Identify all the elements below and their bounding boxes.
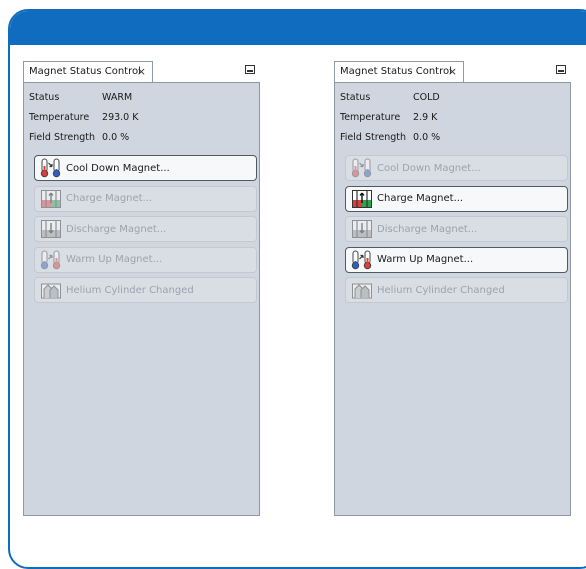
cool-down-magnet-button[interactable]: Cool Down Magnet... bbox=[345, 155, 568, 181]
status-value: COLD bbox=[413, 92, 440, 103]
panel-body: Status COLD Temperature 2.9 K Field Stre… bbox=[334, 82, 571, 516]
field-strength-row: Field Strength 0.0 % bbox=[29, 132, 129, 143]
tab-row: Magnet Status Control × bbox=[23, 61, 260, 82]
discharge-icon bbox=[351, 219, 373, 239]
warm-up-icon bbox=[351, 250, 373, 270]
warm-up-magnet-button[interactable]: Warm Up Magnet... bbox=[34, 246, 257, 273]
magnet-status-panel-right: Magnet Status Control × Status COLD Temp… bbox=[334, 61, 571, 516]
status-value: WARM bbox=[102, 92, 133, 103]
magnet-status-panel-left: Magnet Status Control × Status WARM Temp… bbox=[23, 61, 260, 516]
helium-cylinder-changed-button[interactable]: Helium Cylinder Changed bbox=[34, 277, 257, 303]
button-label: Discharge Magnet... bbox=[377, 223, 478, 235]
temperature-label: Temperature bbox=[29, 112, 90, 123]
tab-close-icon[interactable]: × bbox=[137, 62, 146, 82]
temperature-row: Temperature 293.0 K bbox=[29, 112, 138, 123]
helium-cylinder-icon bbox=[351, 280, 373, 300]
button-label: Charge Magnet... bbox=[66, 193, 153, 204]
charge-magnet-button[interactable]: Charge Magnet... bbox=[34, 185, 257, 212]
panel-body: Status WARM Temperature 293.0 K Field St… bbox=[23, 82, 260, 516]
field-strength-label: Field Strength bbox=[340, 132, 407, 143]
tab-title: Magnet Status Control bbox=[29, 66, 141, 77]
tab-magnet-status-control[interactable]: Magnet Status Control × bbox=[23, 61, 153, 82]
warm-up-magnet-button[interactable]: Warm Up Magnet... bbox=[345, 246, 568, 273]
button-label: Helium Cylinder Changed bbox=[66, 284, 194, 296]
field-strength-row: Field Strength 0.0 % bbox=[340, 132, 440, 143]
tab-magnet-status-control[interactable]: Magnet Status Control × bbox=[334, 61, 464, 82]
temperature-label: Temperature bbox=[340, 112, 401, 123]
field-strength-value: 0.0 % bbox=[102, 132, 130, 143]
tab-close-icon[interactable]: × bbox=[448, 62, 457, 82]
status-label: Status bbox=[340, 92, 371, 103]
discharge-magnet-button[interactable]: Discharge Magnet... bbox=[34, 216, 257, 242]
warm-up-icon bbox=[40, 250, 62, 270]
temperature-value: 2.9 K bbox=[413, 112, 438, 123]
field-strength-value: 0.0 % bbox=[413, 132, 441, 143]
button-label: Warm Up Magnet... bbox=[66, 254, 163, 265]
charge-magnet-button[interactable]: Charge Magnet... bbox=[345, 185, 568, 212]
button-label: Cool Down Magnet... bbox=[66, 162, 170, 174]
tab-title: Magnet Status Control bbox=[340, 66, 452, 77]
tab-row: Magnet Status Control × bbox=[334, 61, 571, 82]
discharge-icon bbox=[40, 219, 62, 239]
minimize-icon[interactable] bbox=[245, 65, 255, 74]
temperature-value: 293.0 K bbox=[102, 112, 139, 123]
helium-cylinder-icon bbox=[40, 280, 62, 300]
cool-down-icon bbox=[40, 158, 62, 178]
button-label: Helium Cylinder Changed bbox=[377, 284, 505, 296]
button-label: Charge Magnet... bbox=[377, 193, 464, 204]
charge-icon bbox=[351, 189, 373, 209]
header-bar bbox=[10, 11, 586, 45]
minimize-icon[interactable] bbox=[556, 65, 566, 74]
status-row: Status WARM bbox=[29, 92, 132, 103]
discharge-magnet-button[interactable]: Discharge Magnet... bbox=[345, 216, 568, 242]
temperature-row: Temperature 2.9 K bbox=[340, 112, 437, 123]
button-label: Cool Down Magnet... bbox=[377, 162, 481, 174]
button-label: Discharge Magnet... bbox=[66, 223, 167, 235]
charge-icon bbox=[40, 189, 62, 209]
cool-down-magnet-button[interactable]: Cool Down Magnet... bbox=[34, 155, 257, 181]
helium-cylinder-changed-button[interactable]: Helium Cylinder Changed bbox=[345, 277, 568, 303]
cool-down-icon bbox=[351, 158, 373, 178]
status-label: Status bbox=[29, 92, 60, 103]
field-strength-label: Field Strength bbox=[29, 132, 96, 143]
button-label: Warm Up Magnet... bbox=[377, 254, 474, 265]
status-row: Status COLD bbox=[340, 92, 440, 103]
